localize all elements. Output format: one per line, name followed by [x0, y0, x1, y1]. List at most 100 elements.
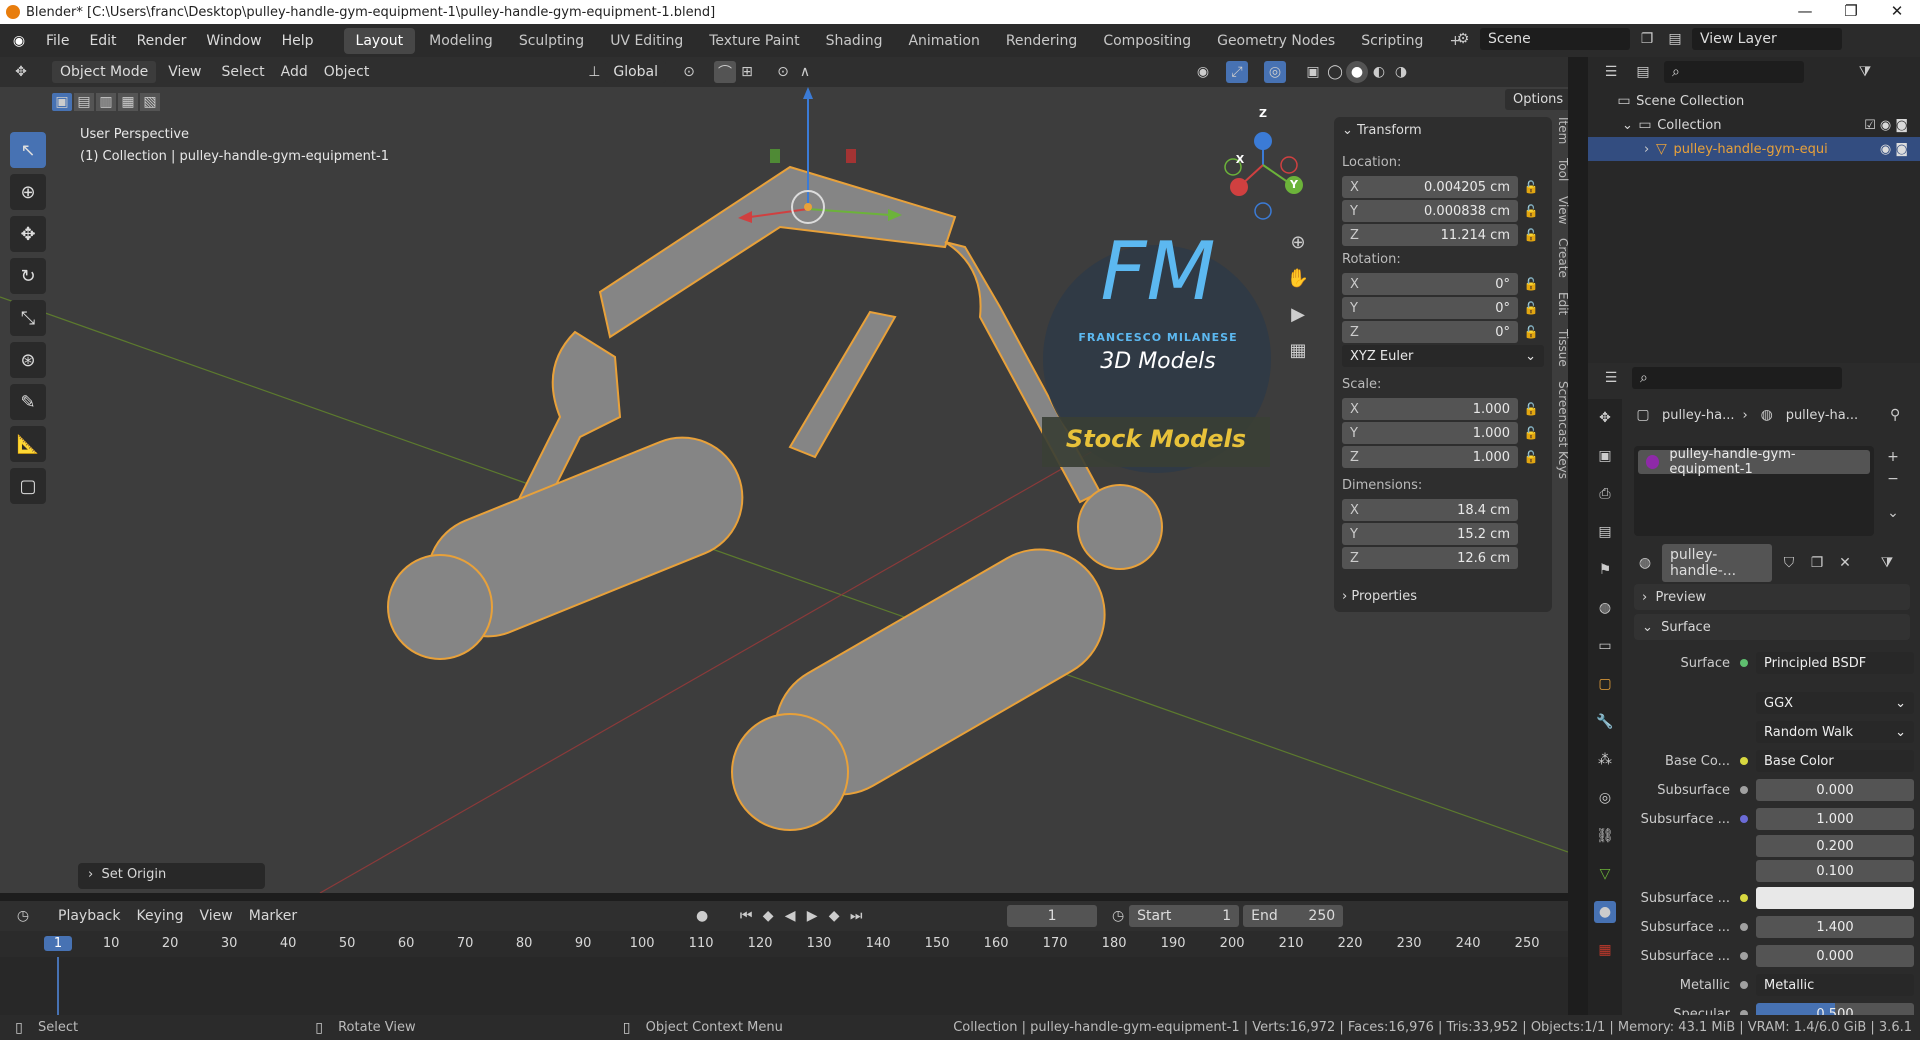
select-invert-icon[interactable]: ▦	[118, 93, 138, 111]
prop-value-field[interactable]: Metallic	[1756, 974, 1914, 996]
menu-add[interactable]: Add	[273, 64, 316, 80]
tab-item[interactable]: Item	[1556, 117, 1570, 144]
prop-value-field[interactable]: 0.000	[1756, 945, 1914, 967]
prop-value-field[interactable]: Base Color	[1756, 750, 1914, 772]
material-browse-icon[interactable]: ◍	[1634, 552, 1656, 574]
prop-value-field[interactable]: GGX ⌄	[1756, 692, 1914, 714]
annotate-tool-icon[interactable]: ✎	[10, 384, 46, 420]
next-keyframe-icon[interactable]: ◆	[823, 905, 845, 927]
pivot-icon[interactable]: ⊙	[678, 61, 700, 83]
output-props-icon[interactable]: ⎙	[1594, 483, 1616, 505]
camera-icon[interactable]: ▶	[1283, 299, 1313, 329]
minimize-button[interactable]: —	[1782, 0, 1828, 24]
scene-props-icon[interactable]: ⚑	[1594, 559, 1616, 581]
end-frame-field[interactable]: End 250	[1243, 905, 1344, 927]
measure-tool-icon[interactable]: 📐	[10, 426, 46, 462]
cursor-tool-icon[interactable]: ⊕	[10, 174, 46, 210]
loc-y-field[interactable]: Y 0.000838 cm	[1342, 200, 1518, 222]
select-intersect-icon[interactable]: ▧	[140, 93, 160, 111]
tab-edit[interactable]: Edit	[1556, 292, 1570, 315]
menu-help[interactable]: Help	[272, 33, 324, 49]
duplicate-material-icon[interactable]: ❐	[1806, 552, 1828, 574]
properties-subpanel[interactable]: › Properties	[1334, 583, 1552, 609]
prop-value-field[interactable]: 0.000	[1756, 779, 1914, 801]
menu-timeline-view[interactable]: View	[192, 908, 241, 924]
pin-icon[interactable]: ⚲	[1884, 404, 1906, 426]
falloff-icon[interactable]: ∧	[794, 61, 816, 83]
filter-icon[interactable]: ⧩	[1854, 61, 1876, 83]
xray-icon[interactable]: ▣	[1302, 61, 1324, 83]
slot-menu-icon[interactable]: ⌄	[1882, 502, 1904, 524]
prop-value-field[interactable]: 0.100	[1756, 860, 1914, 882]
tab-create[interactable]: Create	[1556, 238, 1570, 278]
socket-dot-icon[interactable]	[1740, 981, 1748, 989]
tool-props-icon[interactable]: ✥	[1594, 407, 1616, 429]
select-new-icon[interactable]: ▣	[52, 93, 72, 111]
snap-icon[interactable]: ⌒	[714, 61, 737, 83]
dims-x-field[interactable]: X 18.4 cm	[1342, 499, 1518, 521]
scene-icon[interactable]: ⚙	[1452, 28, 1474, 50]
preview-panel[interactable]: › Preview	[1634, 584, 1910, 610]
outliner-object-row[interactable]: › ▽ pulley-handle-gym-equi ◉ ◙	[1588, 137, 1920, 161]
tab-scripting[interactable]: Scripting	[1349, 28, 1435, 54]
tab-texture-paint[interactable]: Texture Paint	[697, 28, 811, 54]
socket-dot-icon[interactable]	[1740, 757, 1748, 765]
options-dropdown[interactable]: Options	[1505, 89, 1568, 110]
transform-header[interactable]: ⌄ Transform	[1334, 117, 1552, 143]
tab-shading[interactable]: Shading	[814, 28, 895, 54]
move-tool-icon[interactable]: ✥	[10, 216, 46, 252]
socket-dot-icon[interactable]	[1740, 923, 1748, 931]
tab-rendering[interactable]: Rendering	[994, 28, 1090, 54]
material-slot-item[interactable]: pulley-handle-gym-equipment-1	[1638, 447, 1870, 477]
scale-y-field[interactable]: Y 1.000	[1342, 422, 1518, 444]
tab-view[interactable]: View	[1556, 196, 1570, 224]
material-props-icon[interactable]: ●	[1594, 901, 1616, 923]
scale-x-field[interactable]: X 1.000	[1342, 398, 1518, 420]
wireframe-shading-icon[interactable]: ◯	[1324, 61, 1346, 83]
socket-dot-icon[interactable]	[1740, 659, 1748, 667]
physics-props-icon[interactable]: ◎	[1594, 787, 1616, 809]
outliner-editor-icon[interactable]: ☰	[1600, 61, 1622, 83]
proportional-edit-icon[interactable]: ⊙	[772, 61, 794, 83]
prop-value-field[interactable]: 1.400	[1756, 916, 1914, 938]
frame-ruler[interactable]: 1 10 20 30 40 50 60 70 80 90 100 110 120 130 140 150 160…	[0, 931, 1568, 957]
play-icon[interactable]: ▶	[801, 905, 823, 927]
rendered-shading-icon[interactable]: ◑	[1390, 61, 1412, 83]
blender-menu-icon[interactable]: ◉	[8, 30, 30, 52]
modifier-props-icon[interactable]: 🔧	[1594, 711, 1616, 733]
new-scene-icon[interactable]: ❐	[1636, 28, 1658, 50]
scene-name-field[interactable]: Scene	[1480, 28, 1630, 50]
view-layer-field[interactable]: View Layer	[1692, 28, 1842, 50]
orientation-icon[interactable]: ⊥	[583, 61, 605, 83]
clock-icon[interactable]: ◷	[1107, 905, 1129, 927]
menu-object[interactable]: Object	[316, 64, 378, 80]
dims-y-field[interactable]: Y 15.2 cm	[1342, 523, 1518, 545]
gizmo-x-label[interactable]: X	[1233, 153, 1247, 166]
loc-x-field[interactable]: X 0.004205 cm	[1342, 176, 1518, 198]
menu-view[interactable]: View	[156, 64, 213, 80]
play-reverse-icon[interactable]: ◀	[779, 905, 801, 927]
material-slot-list[interactable]: pulley-handle-gym-equipment-1	[1634, 446, 1874, 536]
viewport-3d[interactable]: X Y Z User Perspective (1) Collection | …	[0, 87, 1568, 893]
socket-dot-icon[interactable]	[1740, 786, 1748, 794]
outliner-collection[interactable]: ⌄ ▭ Collection ☑ ◉ ◙	[1588, 113, 1920, 137]
ortho-grid-icon[interactable]: ▦	[1283, 335, 1313, 365]
jump-end-icon[interactable]: ⏭	[845, 905, 867, 927]
record-icon[interactable]: ●	[691, 905, 713, 927]
socket-dot-icon[interactable]	[1740, 952, 1748, 960]
menu-marker[interactable]: Marker	[241, 908, 305, 924]
current-frame-field[interactable]: 1	[1007, 905, 1098, 927]
tab-uv-editing[interactable]: UV Editing	[598, 28, 695, 54]
tab-layout[interactable]: Layout	[343, 27, 416, 54]
socket-dot-icon[interactable]	[1740, 815, 1748, 823]
close-button[interactable]: ✕	[1874, 0, 1920, 24]
rotation-mode-dropdown[interactable]: XYZ Euler ⌄	[1342, 345, 1544, 367]
transform-tool-icon[interactable]: ⊛	[10, 342, 46, 378]
prop-value-field[interactable]: 1.000	[1756, 808, 1914, 830]
breadcrumb-object[interactable]: pulley-ha...	[1662, 408, 1734, 423]
timeline-editor-icon[interactable]: ◷	[12, 905, 34, 927]
material-shading-icon[interactable]: ◐	[1368, 61, 1390, 83]
outliner-search-input[interactable]: ⌕	[1664, 61, 1804, 83]
view-layer-icon[interactable]: ▤	[1664, 28, 1686, 50]
menu-render[interactable]: Render	[127, 33, 197, 49]
